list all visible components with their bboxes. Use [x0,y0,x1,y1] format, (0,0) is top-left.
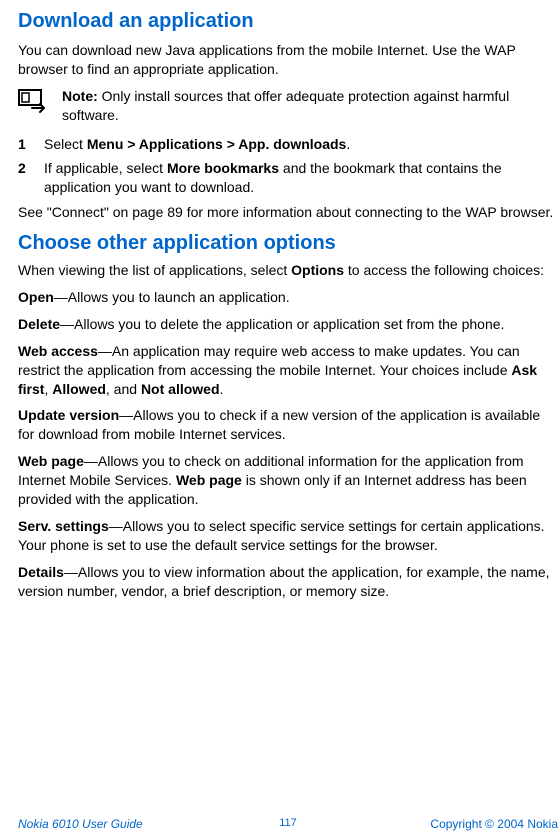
step-number: 2 [18,159,44,197]
step-text-bold: Menu > Applications > App. downloads [87,136,347,152]
option-details: Details—Allows you to view information a… [18,563,560,601]
text: When viewing the list of applications, s… [18,262,291,278]
option-term: Open [18,289,54,305]
option-term: Web page [18,453,84,469]
text: , and [106,381,141,397]
note-icon [18,89,52,113]
step-1: 1 Select Menu > Applications > App. down… [18,135,560,154]
note-text: Note: Only install sources that offer ad… [62,87,560,125]
step-text-pre: If applicable, select [44,160,167,176]
heading-options: Choose other application options [18,230,560,257]
bold-web-page-inline: Web page [176,472,242,488]
option-term: Web access [18,343,98,359]
option-term: Serv. settings [18,518,109,534]
option-term: Details [18,564,64,580]
option-term: Delete [18,316,60,332]
option-web-page: Web page—Allows you to check on addition… [18,452,560,509]
heading-download: Download an application [18,8,560,35]
text: to access the following choices: [344,262,544,278]
footer-guide-title: Nokia 6010 User Guide [18,816,143,832]
step-body: If applicable, select More bookmarks and… [44,159,560,197]
bold-allowed: Allowed [52,381,106,397]
step-text-post: . [346,136,350,152]
note-body: Only install sources that offer adequate… [62,88,509,123]
footer-copyright: Copyright © 2004 Nokia [430,816,558,832]
text: . [220,381,224,397]
step-body: Select Menu > Applications > App. downlo… [44,135,560,154]
option-desc: —Allows you to view information about th… [18,564,550,599]
bold-not-allowed: Not allowed [141,381,220,397]
note-label: Note: [62,88,98,104]
when-viewing: When viewing the list of applications, s… [18,261,560,280]
option-delete: Delete—Allows you to delete the applicat… [18,315,560,334]
step-2: 2 If applicable, select More bookmarks a… [18,159,560,197]
option-desc: —Allows you to delete the application or… [60,316,504,332]
option-open: Open—Allows you to launch an application… [18,288,560,307]
option-web-access: Web access—An application may require we… [18,342,560,399]
note-block: Note: Only install sources that offer ad… [18,87,560,125]
intro-paragraph: You can download new Java applications f… [18,41,560,79]
option-serv-settings: Serv. settings—Allows you to select spec… [18,517,560,555]
option-term: Update version [18,407,119,423]
step-text-pre: Select [44,136,87,152]
option-desc: —Allows you to launch an application. [54,289,290,305]
step-number: 1 [18,135,44,154]
option-update: Update version—Allows you to check if a … [18,406,560,444]
page-footer: Nokia 6010 User Guide 117 Copyright © 20… [18,816,558,832]
options-bold: Options [291,262,344,278]
step-text-bold: More bookmarks [167,160,279,176]
see-connect: See "Connect" on page 89 for more inform… [18,203,560,222]
footer-page-number: 117 [279,816,297,831]
